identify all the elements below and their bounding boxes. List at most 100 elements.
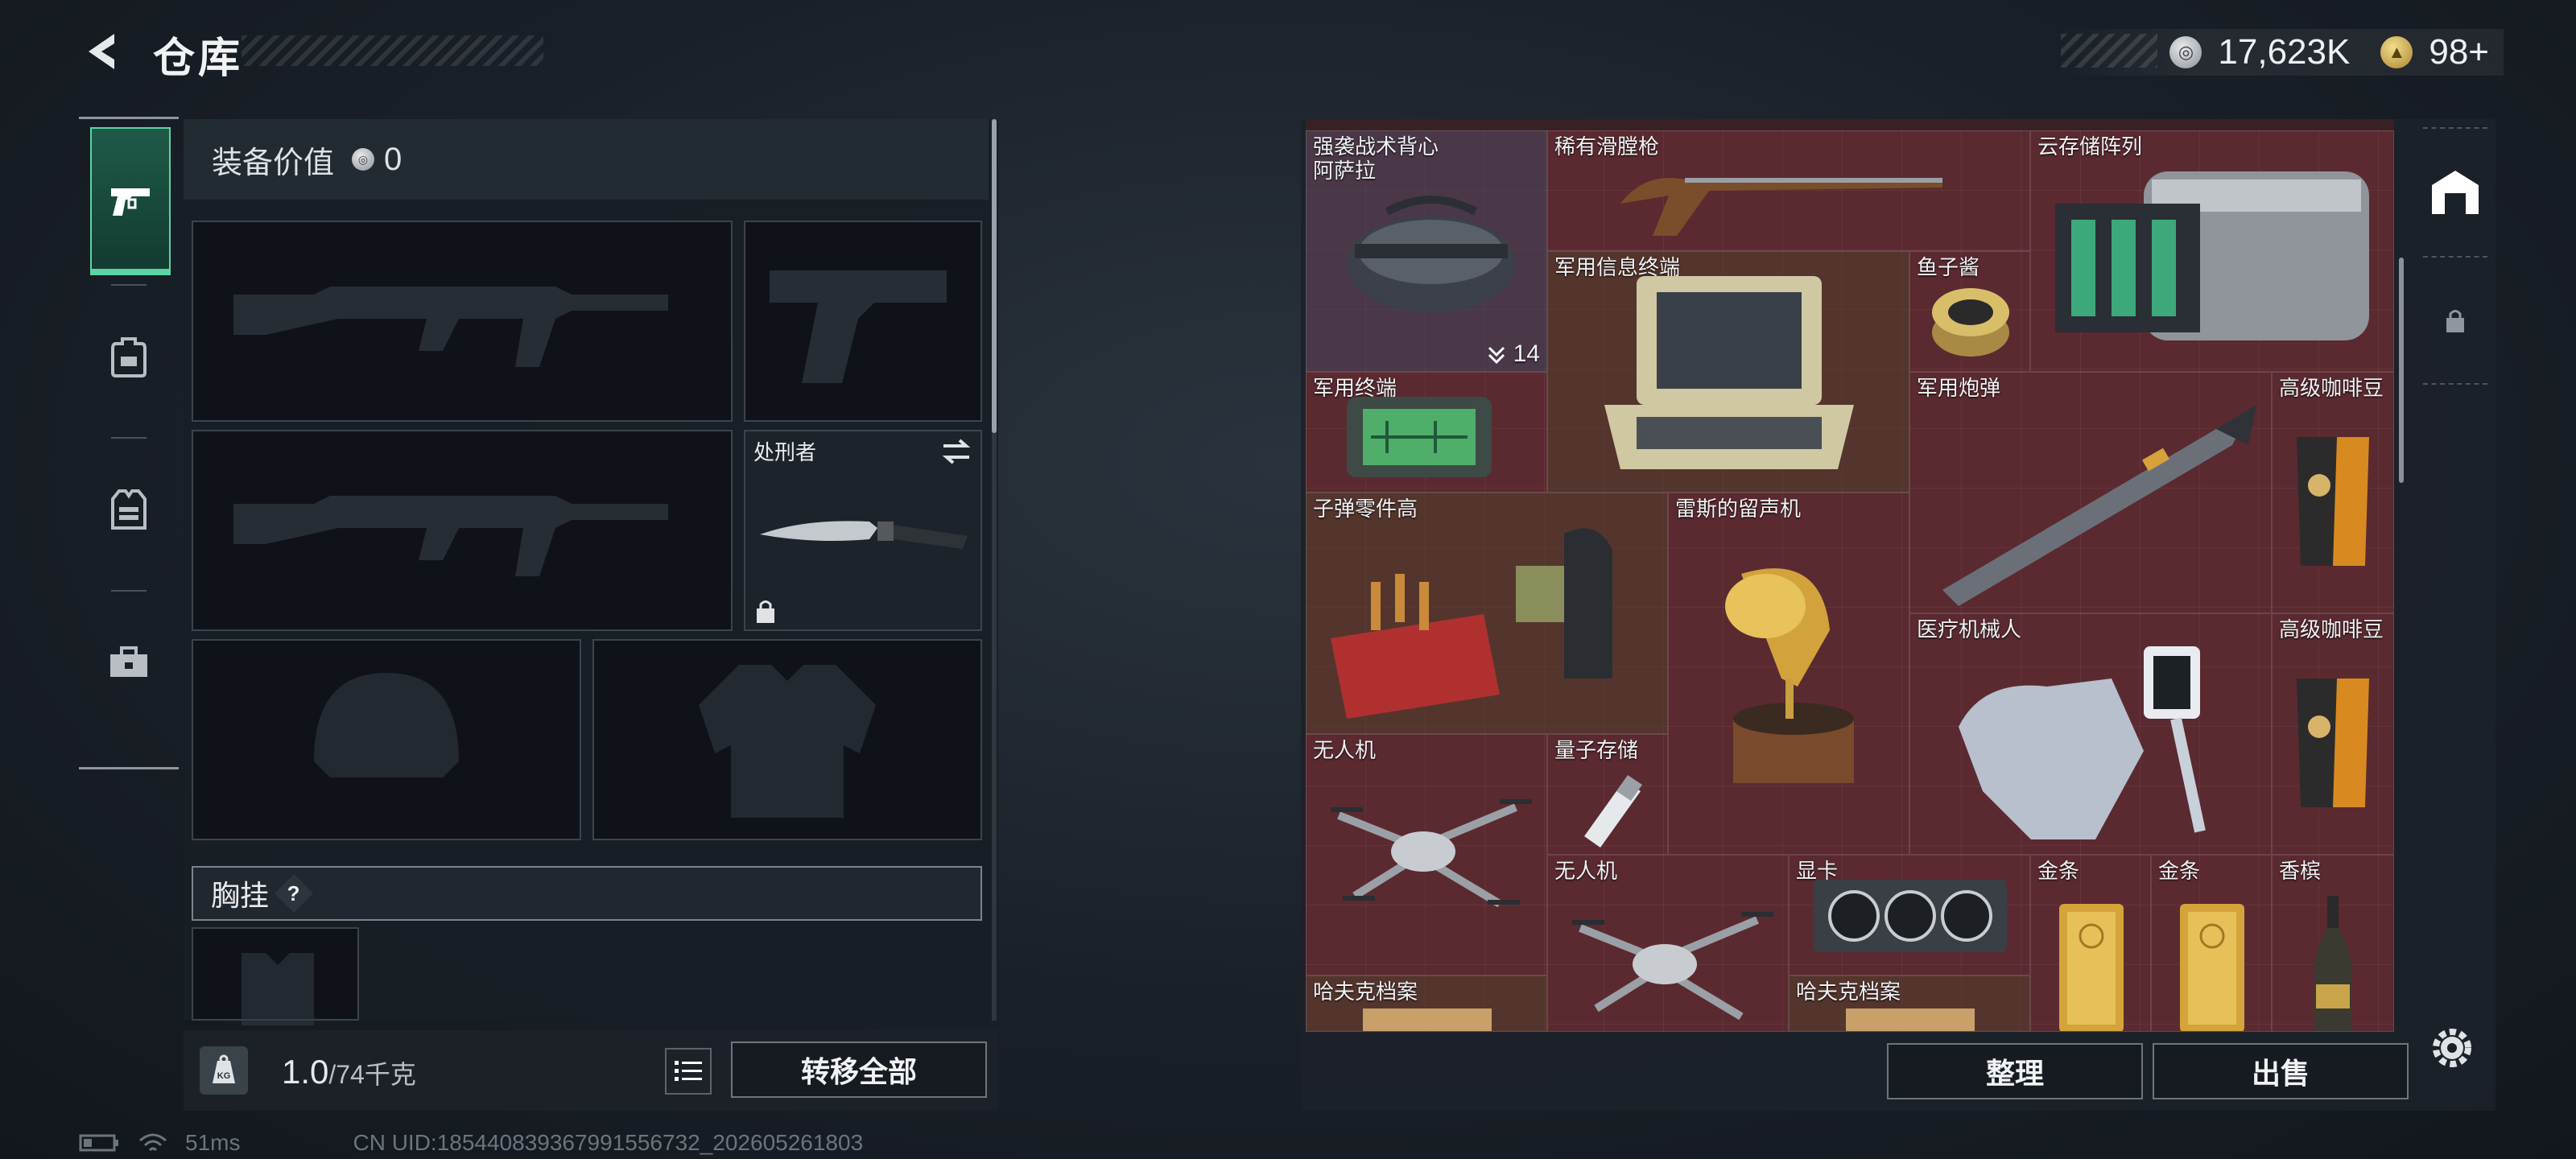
transfer-all-button[interactable]: 转移全部 — [731, 1041, 987, 1098]
chest-rig-header: 胸挂 ? — [192, 866, 982, 921]
medical-robot-icon — [1959, 646, 2206, 839]
equipment-scrollbar[interactable] — [992, 119, 997, 433]
help-icon[interactable]: ? — [274, 873, 314, 914]
sell-button[interactable]: 出售 — [2153, 1043, 2409, 1099]
storage-item-musket[interactable]: 稀有滑膛枪 — [1547, 130, 2030, 251]
warehouse-icon — [2432, 171, 2479, 214]
list-view-button[interactable] — [665, 1048, 712, 1095]
melee-weapon-name: 处刑者 — [753, 440, 817, 464]
storage-item-gold-bar[interactable]: 金条 — [2030, 855, 2151, 1032]
tab-vest[interactable] — [90, 441, 167, 578]
knife-icon — [760, 521, 968, 549]
list-icon — [675, 1061, 702, 1081]
tab-storage-main[interactable] — [2415, 135, 2496, 248]
status-line: 51ms CN UID:1854408393679915567​32_20260… — [79, 1130, 863, 1156]
storage-item-coffee-beans[interactable]: 高级咖啡豆 — [2272, 613, 2394, 855]
tab-divider — [2423, 127, 2487, 130]
tab-toolbox[interactable] — [90, 594, 167, 731]
melee-weapon-slot[interactable]: 处刑者 — [744, 430, 982, 631]
gold-bar-icon — [2059, 904, 2124, 1031]
gpu-icon — [1814, 880, 2007, 952]
equipment-value-label: 装备价值 — [212, 146, 335, 180]
settings-gear-icon[interactable] — [2428, 1024, 2476, 1076]
storage-item-champagne[interactable]: 香槟 — [2272, 855, 2394, 1032]
top-bar: 仓库 ◎ 17,623K ▲ 98+ — [0, 0, 2576, 105]
battery-icon — [79, 1134, 118, 1152]
wifi-icon — [139, 1133, 167, 1152]
storage-item-quantum-storage[interactable]: 量子存储 — [1547, 734, 1668, 855]
drone-icon — [1331, 799, 1532, 908]
sort-button[interactable]: 整理 — [1887, 1043, 2143, 1099]
caviar-tin-icon — [1932, 288, 2009, 357]
lock-icon — [757, 600, 774, 623]
drone-icon — [1572, 912, 1773, 1021]
storage-grid[interactable]: 强袭战术背心 阿萨拉 14 稀有滑膛枪 云存储阵列 军用信息终端 鱼子酱 军用终 — [1306, 130, 2394, 1032]
tab-weapons[interactable] — [90, 127, 171, 275]
folder-icon — [1363, 1008, 1492, 1031]
storage-item-haavk-file[interactable]: 哈夫克档案 — [1789, 975, 2030, 1032]
storage-item-caviar[interactable]: 鱼子酱 — [1909, 251, 2030, 372]
silver-coin-icon: ◎ — [2169, 36, 2202, 68]
storage-scrollbar[interactable] — [2399, 258, 2404, 483]
secondary-weapon-slot[interactable] — [744, 221, 982, 422]
storage-item-medical-robot[interactable]: 医疗机械人 — [1909, 613, 2272, 855]
storage-item-haavk-file[interactable]: 哈夫克档案 — [1306, 975, 1547, 1032]
chest-rig-label: 胸挂 — [211, 879, 270, 912]
tab-divider — [111, 590, 147, 592]
storage-item-graphics-card[interactable]: 显卡 — [1789, 855, 2030, 975]
silver-coin-icon: ◎ — [352, 148, 375, 171]
armor-slot[interactable] — [592, 639, 982, 840]
folder-icon — [1846, 1008, 1975, 1031]
storage-item-military-terminal[interactable]: 军用终端 — [1306, 372, 1547, 493]
helmet-slot[interactable] — [192, 639, 581, 840]
item-label: 强袭战术背心 阿萨拉 — [1313, 134, 1439, 183]
gold-bar-icon — [2180, 904, 2244, 1031]
item-label: 雷斯的留声机 — [1675, 497, 1802, 521]
champagne-bottle-icon — [2314, 896, 2352, 1031]
equipment-value: 0 — [384, 141, 402, 177]
chest-rig-silhouette-icon — [242, 953, 314, 1025]
item-label: 云存储阵列 — [2037, 134, 2143, 159]
storage-item-backpack[interactable]: 强袭战术背心 阿萨拉 14 — [1306, 130, 1547, 372]
equipment-value-row: 装备价值 ◎ 0 — [184, 119, 989, 200]
storage-item-cloud-storage[interactable]: 云存储阵列 — [2030, 130, 2394, 372]
back-arrow-icon[interactable] — [79, 27, 127, 76]
chest-rig-slot[interactable] — [192, 927, 359, 1025]
storage-item-drone[interactable]: 无人机 — [1547, 855, 1789, 1032]
weight-bar: KG 1.0/74千克 转移全部 — [184, 1030, 998, 1111]
swap-icon[interactable] — [940, 438, 972, 465]
storage-item-gold-bar[interactable]: 金条 — [2151, 855, 2272, 1032]
musket-icon — [1620, 178, 1942, 236]
server-array-icon — [2055, 171, 2369, 340]
lock-icon — [2446, 310, 2464, 332]
item-label: 金条 — [2037, 859, 2080, 883]
item-label: 量子存储 — [1554, 738, 1639, 762]
pistol-silhouette-icon — [770, 270, 947, 383]
gold-coin-icon: ▲ — [2380, 36, 2413, 68]
storage-item-military-info-terminal[interactable]: 军用信息终端 — [1547, 251, 1909, 493]
coffee-bag-icon — [2297, 678, 2369, 807]
storage-item-coffee-beans[interactable]: 高级咖啡豆 — [2272, 372, 2394, 613]
helmet-silhouette-icon — [314, 673, 459, 777]
equipment-panel: 装备价值 ◎ 0 处刑者 胸挂 ? — [184, 119, 998, 1025]
tab-backpack[interactable] — [90, 288, 167, 425]
item-label: 香槟 — [2279, 859, 2322, 883]
primary-weapon-slot-2[interactable] — [192, 430, 733, 631]
tab-locked-storage[interactable] — [2415, 264, 2496, 377]
ammo-crate-icon — [1331, 528, 1612, 719]
storage-item-gramophone[interactable]: 雷斯的留声机 — [1668, 493, 1909, 855]
storage-item-ammo-parts[interactable]: 子弹零件高 — [1306, 493, 1668, 734]
storage-item-drone[interactable]: 无人机 — [1306, 734, 1547, 975]
ping-text: 51ms — [185, 1130, 241, 1155]
category-tabs — [79, 117, 179, 769]
gold-amount[interactable]: 98+ — [2429, 32, 2489, 72]
storage-top-row — [1306, 119, 2394, 130]
storage-item-military-shell[interactable]: 军用炮弹 — [1909, 372, 2272, 613]
primary-weapon-slot[interactable] — [192, 221, 733, 422]
stack-icon — [1488, 347, 1505, 365]
weight-value: 1.0/74千克 — [282, 1053, 416, 1091]
toolbox-icon — [110, 646, 147, 677]
missile-icon — [1942, 405, 2256, 606]
tab-divider — [111, 437, 147, 439]
item-label: 高级咖啡豆 — [2279, 617, 2384, 641]
